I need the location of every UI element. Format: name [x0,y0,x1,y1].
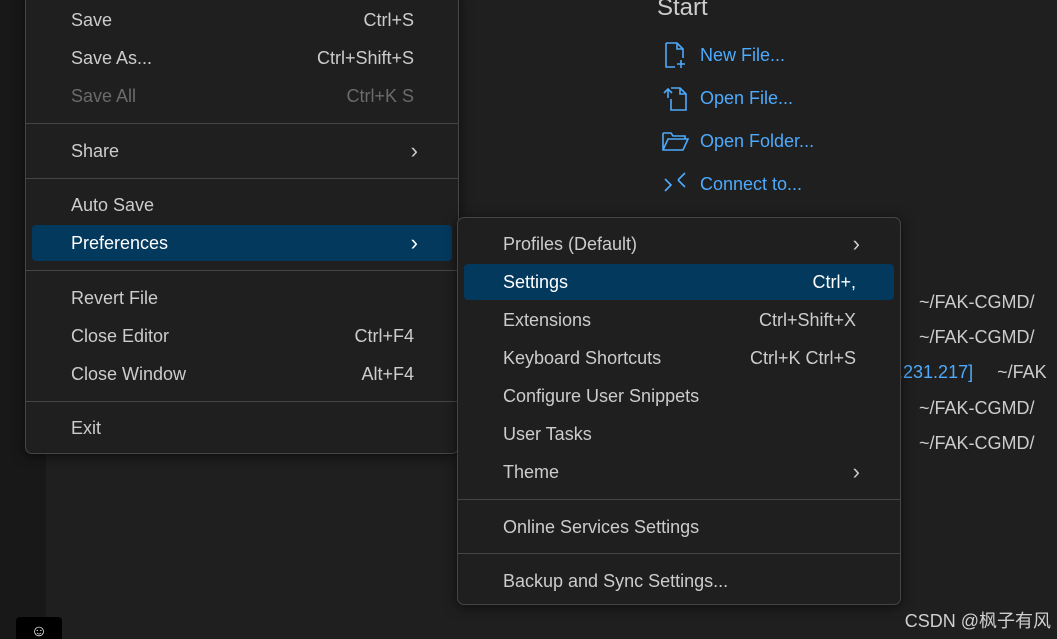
menu-item-shortcut: Ctrl+K S [346,85,414,106]
file-menu: Save Ctrl+S Save As... Ctrl+Shift+S Save… [25,0,459,454]
start-section-title: Start [657,0,708,21]
menu-item-label: Close Window [71,363,187,384]
menu-item-label: Theme [503,461,560,482]
recent-item-path: ~/FAK-CGMD/ [919,326,1035,347]
open-folder-label: Open Folder... [700,130,815,151]
open-file-link[interactable]: Open File... [660,83,793,113]
menu-item-shortcut: Ctrl+Shift+S [316,47,414,68]
menu-item-auto-save[interactable]: Auto Save [32,187,452,223]
menu-item-label: Extensions [503,309,592,330]
menu-separator [26,401,458,402]
menu-item-label: Online Services Settings [503,516,700,537]
menu-item-label: Settings [503,271,569,292]
menu-item-label: Profiles (Default) [503,233,638,254]
menu-item-extensions[interactable]: Extensions Ctrl+Shift+X [464,302,894,338]
chevron-right-icon: › [852,459,860,484]
recent-item-path: ~/FAK-CGMD/ [919,291,1035,312]
account-icon[interactable]: ☺ [16,617,62,639]
chevron-right-icon: › [410,138,418,163]
remote-connect-icon [660,169,690,199]
menu-item-shortcut: Ctrl+S [363,9,414,30]
chevron-right-icon: › [852,231,860,256]
recent-item[interactable]: 7] ~/FAK-CGMD/ [880,396,1035,420]
menu-item-label: Configure User Snippets [503,385,700,406]
menu-item-label: Save All [71,85,137,106]
menu-item-revert-file[interactable]: Revert File [32,280,452,316]
menu-item-close-window[interactable]: Close Window Alt+F4 [32,356,452,392]
watermark: CSDN @枫子有风 [904,611,1051,631]
new-file-label: New File... [700,44,786,65]
recent-item[interactable]: 7] ~/FAK-CGMD/ [880,431,1035,455]
menu-item-user-snippets[interactable]: Configure User Snippets [464,378,894,414]
menu-item-backup-sync[interactable]: Backup and Sync Settings... [464,563,894,599]
menu-item-shortcut: Ctrl+, [812,271,856,292]
menu-separator [26,178,458,179]
menu-item-user-tasks[interactable]: User Tasks [464,416,894,452]
menu-item-shortcut: Ctrl+Shift+X [758,309,856,330]
menu-separator [26,270,458,271]
recent-item-path: ~/FAK-CGMD/ [919,397,1035,418]
menu-item-label: Keyboard Shortcuts [503,347,662,368]
new-file-icon [660,40,690,70]
menu-item-save-all: Save All Ctrl+K S [32,78,452,114]
menu-item-keyboard-shortcuts[interactable]: Keyboard Shortcuts Ctrl+K Ctrl+S [464,340,894,376]
menu-item-theme[interactable]: Theme › [464,454,894,490]
menu-item-label: Backup and Sync Settings... [503,570,729,591]
recent-item-path: ~/FAK [997,361,1047,382]
menu-item-shortcut: Alt+F4 [361,363,414,384]
recent-item[interactable]: 7] ~/FAK-CGMD/ [880,325,1035,349]
open-file-icon [660,83,690,113]
menu-item-profiles[interactable]: Profiles (Default) › [464,226,894,262]
menu-item-label: Save As... [71,47,153,68]
menu-item-save[interactable]: Save Ctrl+S [32,2,452,38]
menu-item-label: Revert File [71,287,159,308]
menu-item-share[interactable]: Share › [32,133,452,169]
menu-item-shortcut: Ctrl+F4 [354,325,414,346]
menu-item-label: User Tasks [503,423,592,444]
menu-separator [458,499,900,500]
menu-item-shortcut: Ctrl+K Ctrl+S [749,347,856,368]
menu-item-label: Save [71,9,113,30]
recent-item-path: ~/FAK-CGMD/ [919,432,1035,453]
menu-item-label: Auto Save [71,194,155,215]
vscode-window: ☺ Start New File... Open File... Open Fo… [0,0,1057,639]
menu-separator [458,553,900,554]
connect-to-link[interactable]: Connect to... [660,169,802,199]
recent-item[interactable]: 7] ~/FAK-CGMD/ [880,290,1035,314]
menu-item-label: Close Editor [71,325,170,346]
preferences-submenu: Profiles (Default) › Settings Ctrl+, Ext… [457,217,901,605]
open-file-label: Open File... [700,87,794,108]
menu-item-preferences[interactable]: Preferences › [32,225,452,261]
menu-item-save-as[interactable]: Save As... Ctrl+Shift+S [32,40,452,76]
connect-to-label: Connect to... [700,173,803,194]
open-folder-link[interactable]: Open Folder... [660,126,814,156]
recent-item[interactable]: 16.231.217] ~/FAK [878,360,1047,384]
menu-item-label: Share [71,140,120,161]
chevron-right-icon: › [410,230,418,255]
open-folder-icon [660,126,690,156]
menu-item-exit[interactable]: Exit [32,410,452,446]
menu-item-label: Preferences [71,232,169,253]
menu-item-close-editor[interactable]: Close Editor Ctrl+F4 [32,318,452,354]
menu-separator [26,123,458,124]
menu-item-label: Exit [71,417,102,438]
new-file-link[interactable]: New File... [660,40,785,70]
menu-item-online-services[interactable]: Online Services Settings [464,509,894,545]
menu-item-settings[interactable]: Settings Ctrl+, [464,264,894,300]
